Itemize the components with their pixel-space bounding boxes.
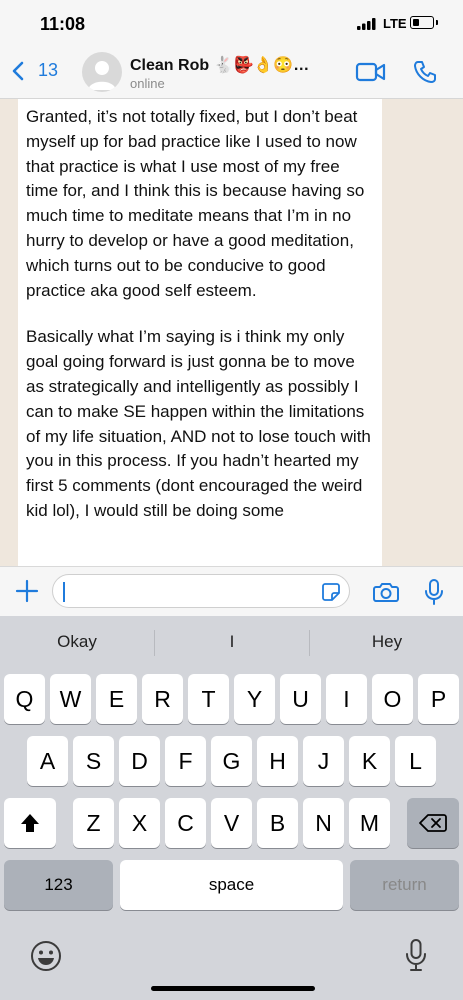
key-z[interactable]: Z xyxy=(73,798,114,848)
key-r[interactable]: R xyxy=(142,674,183,724)
key-n[interactable]: N xyxy=(303,798,344,848)
key-e[interactable]: E xyxy=(96,674,137,724)
key-b[interactable]: B xyxy=(257,798,298,848)
key-k[interactable]: K xyxy=(349,736,390,786)
plus-icon[interactable] xyxy=(14,578,40,604)
message-input[interactable] xyxy=(52,574,350,608)
status-time: 11:08 xyxy=(40,14,86,34)
key-o[interactable]: O xyxy=(372,674,413,724)
numbers-key[interactable]: 123 xyxy=(4,860,113,910)
key-t[interactable]: T xyxy=(188,674,229,724)
message-paragraph: Granted, it’s not totally fixed, but I d… xyxy=(26,107,365,300)
contact-name[interactable]: Clean Rob 🐇👺👌😳… xyxy=(130,55,309,75)
key-i[interactable]: I xyxy=(326,674,367,724)
camera-icon[interactable] xyxy=(373,581,399,603)
message-paragraph: Basically what I’m saying is i think my … xyxy=(26,327,371,520)
chat-area[interactable]: Granted, it’s not totally fixed, but I d… xyxy=(0,99,463,566)
key-x[interactable]: X xyxy=(119,798,160,848)
key-h[interactable]: H xyxy=(257,736,298,786)
key-m[interactable]: M xyxy=(349,798,390,848)
backspace-icon xyxy=(419,814,447,832)
key-a[interactable]: A xyxy=(27,736,68,786)
microphone-icon[interactable] xyxy=(424,578,444,606)
home-indicator xyxy=(151,986,315,991)
key-s[interactable]: S xyxy=(73,736,114,786)
key-q[interactable]: Q xyxy=(4,674,45,724)
key-y[interactable]: Y xyxy=(234,674,275,724)
space-key[interactable]: space xyxy=(120,860,343,910)
chat-header: 13 Clean Rob 🐇👺👌😳… online xyxy=(0,46,463,99)
prediction-hey[interactable]: Hey xyxy=(310,632,463,652)
prediction-i[interactable]: I xyxy=(155,632,309,652)
key-d[interactable]: D xyxy=(119,736,160,786)
avatar[interactable] xyxy=(82,52,122,92)
emoji-icon[interactable] xyxy=(30,940,62,972)
cellular-signal-icon xyxy=(357,18,376,30)
chevron-left-icon xyxy=(12,61,24,80)
key-f[interactable]: F xyxy=(165,736,206,786)
message-composer xyxy=(0,566,463,617)
keyboard: Okay I Hey Q W E R T Y U I O P A S D F G… xyxy=(0,616,463,1000)
delete-key[interactable] xyxy=(407,798,459,848)
shift-arrow-icon xyxy=(21,814,39,832)
unread-count: 13 xyxy=(38,60,59,80)
video-call-icon[interactable] xyxy=(355,61,387,83)
message-bubble[interactable]: Granted, it’s not totally fixed, but I d… xyxy=(18,99,382,566)
dictation-mic-icon[interactable] xyxy=(405,938,427,972)
prediction-okay[interactable]: Okay xyxy=(0,632,154,652)
default-avatar-icon xyxy=(88,61,116,90)
key-l[interactable]: L xyxy=(395,736,436,786)
key-j[interactable]: J xyxy=(303,736,344,786)
predictive-bar: Okay I Hey xyxy=(0,616,463,668)
contact-status: online xyxy=(130,76,165,91)
key-u[interactable]: U xyxy=(280,674,321,724)
phone-call-icon[interactable] xyxy=(412,59,438,85)
shift-key[interactable] xyxy=(4,798,56,848)
key-g[interactable]: G xyxy=(211,736,252,786)
status-bar: 11:08 LTE xyxy=(0,0,463,46)
key-w[interactable]: W xyxy=(50,674,91,724)
key-p[interactable]: P xyxy=(418,674,459,724)
sticker-icon[interactable] xyxy=(321,582,341,602)
battery-icon xyxy=(410,16,438,29)
back-button[interactable]: 13 xyxy=(12,60,58,81)
key-c[interactable]: C xyxy=(165,798,206,848)
network-type: LTE xyxy=(383,16,407,31)
key-v[interactable]: V xyxy=(211,798,252,848)
text-caret xyxy=(63,582,65,602)
return-key[interactable]: return xyxy=(350,860,459,910)
